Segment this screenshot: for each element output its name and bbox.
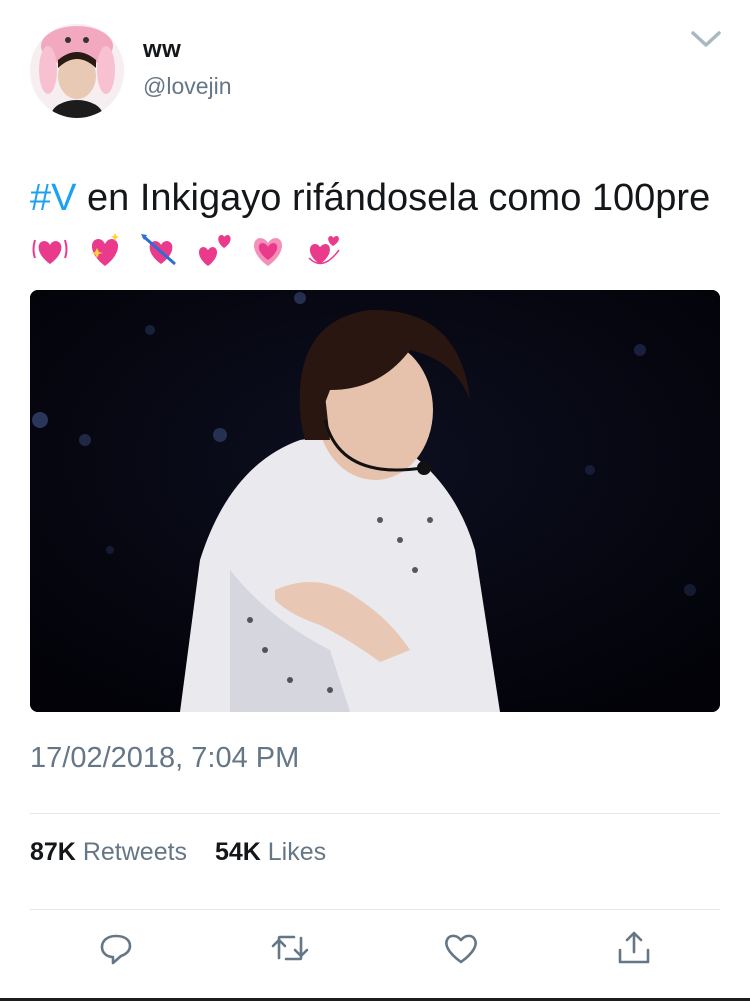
retweets-count[interactable]: 87K <box>30 838 76 866</box>
tweet-stats: 87K Retweets 54K Likes <box>30 838 326 867</box>
sparkling-heart-emoji-icon <box>90 232 119 266</box>
concert-photo-icon <box>30 290 720 712</box>
two-hearts-emoji-icon <box>198 234 231 266</box>
divider <box>30 813 720 814</box>
retweet-icon <box>271 935 309 961</box>
divider <box>30 909 720 910</box>
reply-icon <box>100 934 132 965</box>
share-icon <box>618 931 650 964</box>
vibrating-heart-emoji-icon <box>32 239 68 264</box>
likes-label[interactable]: Likes <box>268 838 326 866</box>
tweet-actions-bar <box>0 928 750 978</box>
reply-button[interactable] <box>96 928 136 968</box>
user-handle[interactable]: @lovejin <box>143 73 232 100</box>
retweets-label[interactable]: Retweets <box>83 838 187 866</box>
revolving-hearts-emoji-icon <box>308 235 340 265</box>
emoji-row <box>30 224 347 272</box>
like-button[interactable] <box>441 928 481 968</box>
heart-icon <box>445 934 477 964</box>
hashtag-link[interactable]: #V <box>30 177 76 219</box>
share-button[interactable] <box>614 928 654 968</box>
tweet-body-text: en Inkigayo rifándosela como 100pre <box>76 177 711 219</box>
display-name[interactable]: ww <box>143 36 181 64</box>
heart-with-arrow-emoji-icon <box>141 233 177 266</box>
chevron-down-icon[interactable] <box>689 28 723 50</box>
growing-heart-emoji-icon <box>254 237 283 266</box>
avatar-image <box>30 24 124 118</box>
tweet-text: #V en Inkigayo rifándosela como 100pre <box>30 174 720 272</box>
avatar[interactable] <box>30 24 124 118</box>
likes-count[interactable]: 54K <box>215 838 261 866</box>
tweet-timestamp: 17/02/2018, 7:04 PM <box>30 742 300 774</box>
retweet-button[interactable] <box>270 928 310 968</box>
tweet-media-image[interactable] <box>30 290 720 712</box>
